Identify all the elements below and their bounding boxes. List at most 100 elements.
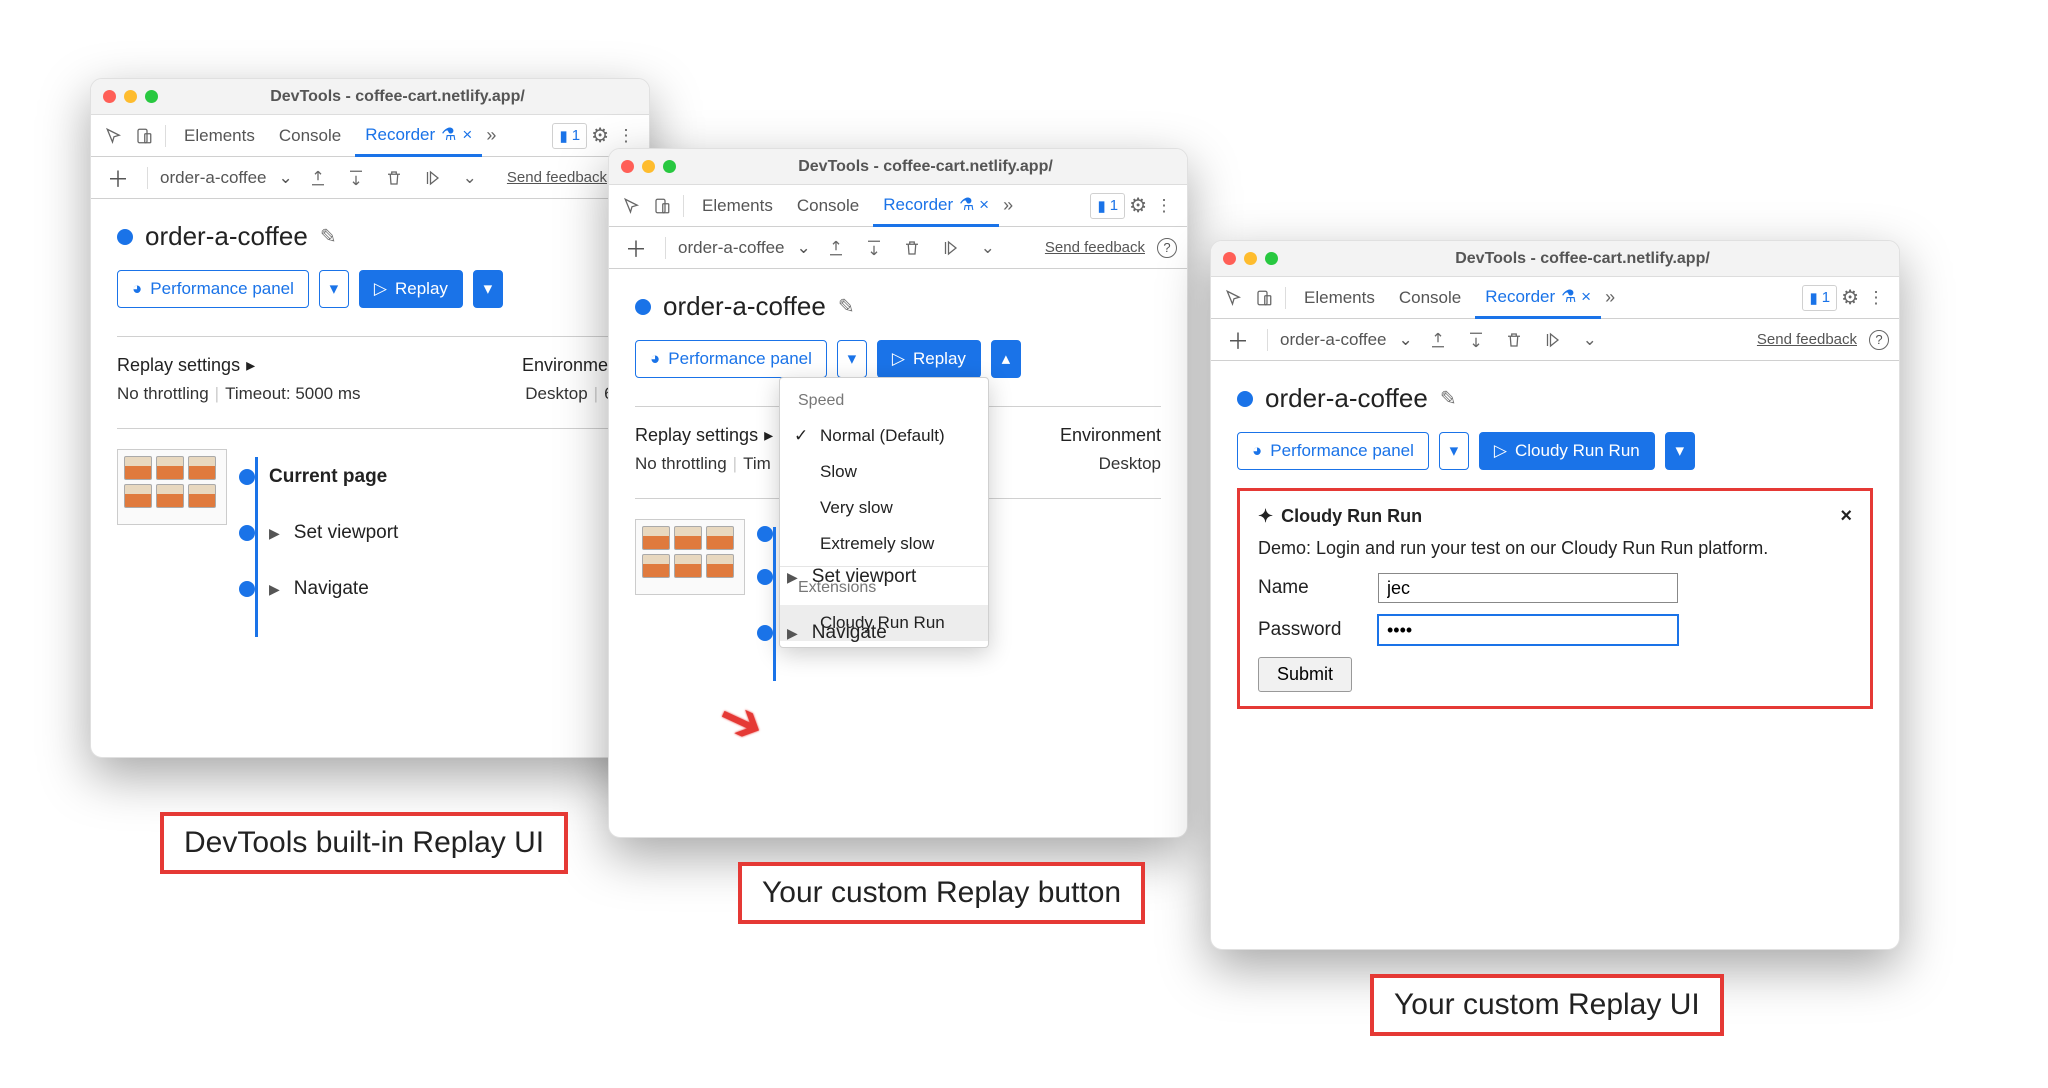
chevron-down-icon[interactable]: ⌄ xyxy=(975,235,1001,261)
inspect-icon[interactable] xyxy=(101,123,127,149)
window-title: DevTools - coffee-cart.netlify.app/ xyxy=(676,158,1175,176)
settings-gear-icon[interactable]: ⚙ xyxy=(1129,193,1147,218)
cloudy-run-run-dropdown[interactable]: ▾ xyxy=(1665,432,1695,470)
device-icon[interactable] xyxy=(131,123,157,149)
performance-panel-button[interactable]: ◕Performance panel xyxy=(635,340,827,378)
issues-badge[interactable]: ▮ 1 xyxy=(552,123,587,149)
settings-gear-icon[interactable]: ⚙ xyxy=(1841,285,1859,310)
password-label: Password xyxy=(1258,619,1358,641)
edit-pencil-icon[interactable]: ✎ xyxy=(1440,386,1457,411)
trash-icon[interactable] xyxy=(1501,327,1527,353)
export-icon[interactable] xyxy=(305,165,331,191)
step-current-page[interactable]: Current page xyxy=(271,449,398,505)
inspect-icon[interactable] xyxy=(619,193,645,219)
import-icon[interactable] xyxy=(1463,327,1489,353)
issues-badge[interactable]: ▮ 1 xyxy=(1802,285,1837,311)
devtools-window-3: DevTools - coffee-cart.netlify.app/ Elem… xyxy=(1210,240,1900,950)
window-title: DevTools - coffee-cart.netlify.app/ xyxy=(1278,250,1887,268)
step-set-viewport[interactable]: ▶Set viewport xyxy=(271,505,398,561)
devtools-tabbar: Elements Console Recorder ⚗ × » ▮ 1 ⚙ ⋮ xyxy=(91,115,649,157)
trash-icon[interactable] xyxy=(899,235,925,261)
help-icon[interactable]: ? xyxy=(1157,238,1177,258)
kebab-menu-icon[interactable]: ⋮ xyxy=(613,123,639,149)
tab-console[interactable]: Console xyxy=(1389,277,1471,318)
recording-selector[interactable]: order-a-coffee ⌄ xyxy=(160,168,293,188)
new-recording-button[interactable]: ＋ xyxy=(1221,324,1255,356)
more-tabs-icon[interactable]: » xyxy=(486,125,496,146)
tab-console[interactable]: Console xyxy=(787,185,869,226)
close-dot-icon[interactable] xyxy=(103,90,116,103)
settings-gear-icon[interactable]: ⚙ xyxy=(591,123,609,148)
tab-elements[interactable]: Elements xyxy=(174,115,265,156)
replay-dropdown[interactable]: ▾ xyxy=(473,270,503,308)
replay-dropdown-open[interactable]: ▴ xyxy=(991,340,1021,378)
chevron-down-icon: ⌄ xyxy=(278,168,292,188)
recording-title: order-a-coffee xyxy=(663,291,826,322)
edit-pencil-icon[interactable]: ✎ xyxy=(838,294,855,319)
replay-button[interactable]: ▷ Replay xyxy=(359,270,463,308)
minimize-dot-icon[interactable] xyxy=(124,90,137,103)
performance-panel-button[interactable]: ◕ Performance panel xyxy=(117,270,309,308)
step-play-icon[interactable] xyxy=(1539,327,1565,353)
inspect-icon[interactable] xyxy=(1221,285,1247,311)
trash-icon[interactable] xyxy=(381,165,407,191)
kebab-menu-icon[interactable]: ⋮ xyxy=(1151,193,1177,219)
cloudy-run-run-button[interactable]: ▷Cloudy Run Run xyxy=(1479,432,1655,470)
menu-item-slow[interactable]: Slow xyxy=(780,454,988,490)
tab-recorder[interactable]: Recorder ⚗ × xyxy=(355,116,482,157)
device-icon[interactable] xyxy=(1251,285,1277,311)
replay-button[interactable]: ▷Replay xyxy=(877,340,981,378)
close-tab-icon[interactable]: × xyxy=(462,125,472,145)
name-input[interactable] xyxy=(1378,573,1678,603)
name-label: Name xyxy=(1258,577,1358,599)
replay-settings-header[interactable]: Replay settings xyxy=(635,425,758,446)
performance-panel-dropdown[interactable]: ▾ xyxy=(837,340,867,378)
send-feedback-link[interactable]: Send feedback xyxy=(507,169,607,186)
chevron-down-icon[interactable]: ⌄ xyxy=(457,165,483,191)
performance-panel-dropdown[interactable]: ▾ xyxy=(319,270,349,308)
devtools-window-1: DevTools - coffee-cart.netlify.app/ Elem… xyxy=(90,78,650,758)
new-recording-button[interactable]: ＋ xyxy=(101,162,135,194)
edit-pencil-icon[interactable]: ✎ xyxy=(320,224,337,249)
recording-title: order-a-coffee xyxy=(1265,383,1428,414)
import-icon[interactable] xyxy=(861,235,887,261)
chevron-down-icon[interactable]: ⌄ xyxy=(1577,327,1603,353)
password-input[interactable] xyxy=(1378,615,1678,645)
help-icon[interactable]: ? xyxy=(1869,330,1889,350)
recording-title-row: order-a-coffee ✎ xyxy=(117,221,623,252)
environment-header: Environment xyxy=(1060,425,1161,446)
issues-badge[interactable]: ▮ 1 xyxy=(1090,193,1125,219)
step-play-icon[interactable] xyxy=(937,235,963,261)
step-set-viewport[interactable]: ▶Set viewport xyxy=(789,549,916,605)
send-feedback-link[interactable]: Send feedback xyxy=(1045,239,1145,256)
zoom-dot-icon[interactable] xyxy=(145,90,158,103)
close-panel-icon[interactable]: × xyxy=(1840,505,1852,528)
recording-selector[interactable]: order-a-coffee⌄ xyxy=(1280,330,1413,350)
titlebar: DevTools - coffee-cart.netlify.app/ xyxy=(91,79,649,115)
step-play-icon[interactable] xyxy=(419,165,445,191)
tab-console[interactable]: Console xyxy=(269,115,351,156)
device-icon[interactable] xyxy=(649,193,675,219)
performance-panel-dropdown[interactable]: ▾ xyxy=(1439,432,1469,470)
recording-selector[interactable]: order-a-coffee⌄ xyxy=(678,238,811,258)
import-icon[interactable] xyxy=(343,165,369,191)
export-icon[interactable] xyxy=(823,235,849,261)
flask-icon: ⚗ xyxy=(441,125,456,145)
kebab-menu-icon[interactable]: ⋮ xyxy=(1863,285,1889,311)
new-recording-button[interactable]: ＋ xyxy=(619,232,653,264)
tab-elements[interactable]: Elements xyxy=(1294,277,1385,318)
performance-panel-button[interactable]: ◕Performance panel xyxy=(1237,432,1429,470)
tab-elements[interactable]: Elements xyxy=(692,185,783,226)
tab-recorder[interactable]: Recorder ⚗ × xyxy=(873,186,999,227)
step-navigate[interactable]: ▶Navigate xyxy=(789,605,916,661)
menu-item-normal[interactable]: Normal (Default) xyxy=(780,418,988,454)
step-navigate[interactable]: ▶Navigate xyxy=(271,561,398,617)
caption-custom-button: Your custom Replay button xyxy=(738,862,1145,924)
more-tabs-icon[interactable]: » xyxy=(1605,287,1615,308)
export-icon[interactable] xyxy=(1425,327,1451,353)
submit-button[interactable]: Submit xyxy=(1258,657,1352,692)
send-feedback-link[interactable]: Send feedback xyxy=(1757,331,1857,348)
tab-recorder[interactable]: Recorder ⚗ × xyxy=(1475,278,1601,319)
more-tabs-icon[interactable]: » xyxy=(1003,195,1013,216)
replay-settings-header[interactable]: Replay settings▸ xyxy=(117,355,361,376)
